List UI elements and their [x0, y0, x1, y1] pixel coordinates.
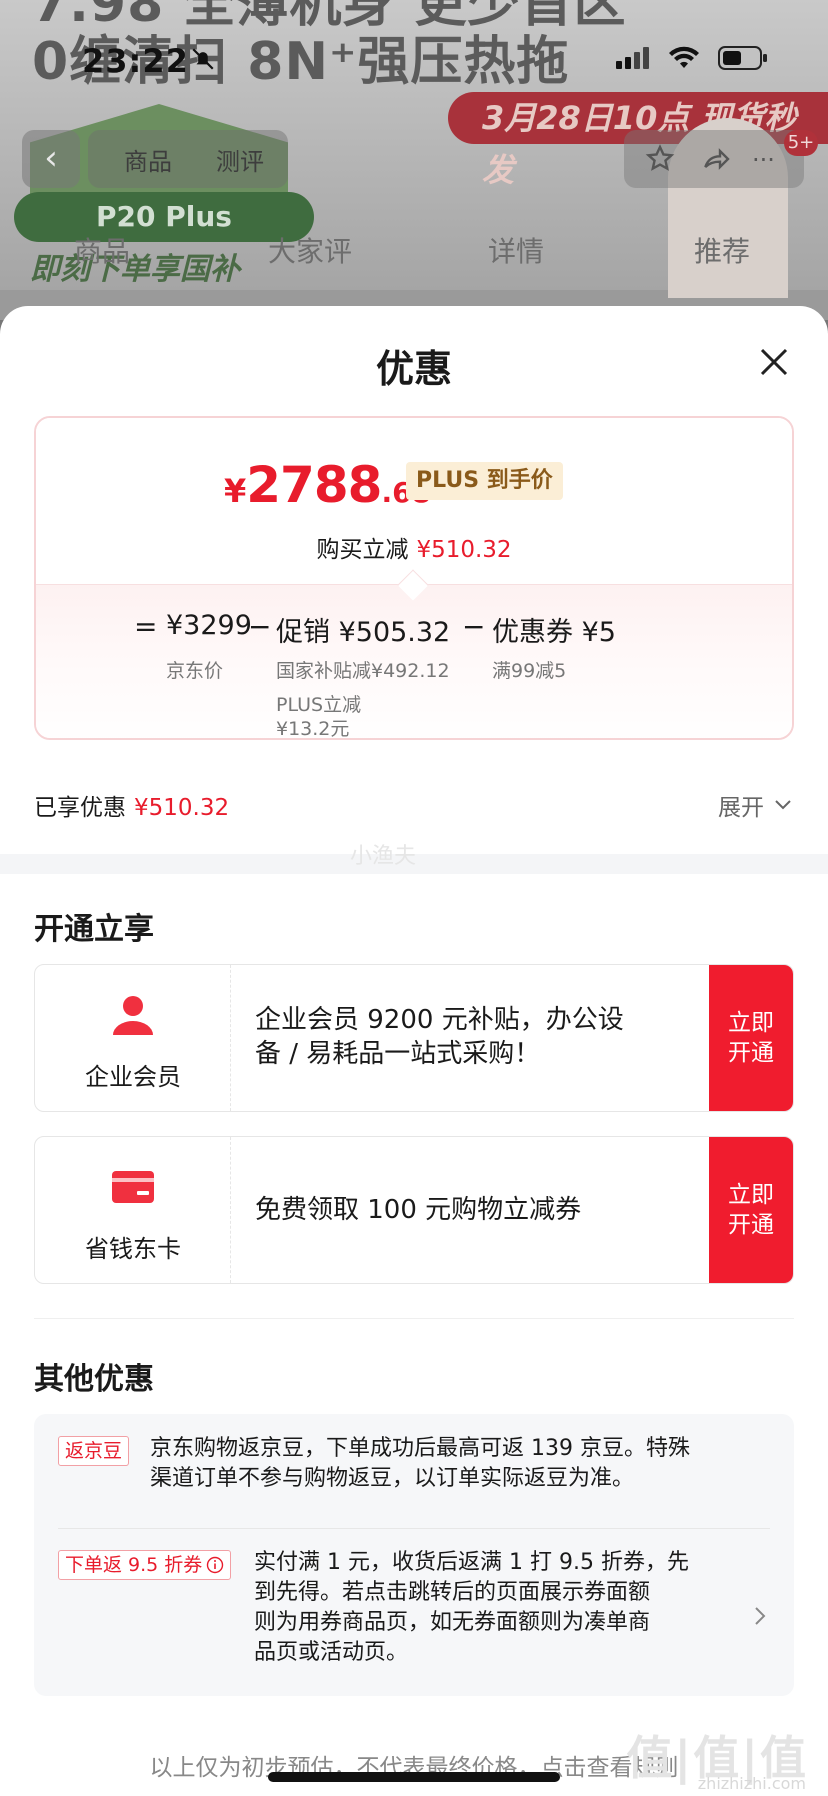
rebate-coupon-tag[interactable]: 下单返 9.5 折券 [58, 1550, 232, 1580]
instant-reduce: 购买立减 ¥510.32 [36, 530, 792, 564]
price-breakdown-card: ¥2788.68 PLUS 到手价 购买立减 ¥510.32 = ¥3299 京东… [34, 416, 794, 740]
coupon-total: 优惠券 ¥5 [492, 617, 616, 648]
plus-reduce-label: PLUS立减 [276, 694, 362, 716]
nav-product[interactable]: 商品 [74, 230, 130, 270]
equals-sign: = [134, 610, 158, 643]
minus-sign-1: − [248, 610, 272, 643]
close-icon[interactable] [754, 342, 794, 382]
tab-review[interactable]: 测评 [216, 142, 264, 177]
jingdou-line-1: 京东购物返京豆，下单成功后最高可返 139 京豆。特殊 [150, 1436, 690, 1461]
nav-recommend[interactable]: 推荐 [694, 230, 750, 270]
open-savings-card-button[interactable]: 立即 开通 [709, 1137, 793, 1283]
chevron-right-icon[interactable] [752, 1604, 768, 1628]
other-section-title: 其他优惠 [34, 1362, 154, 1397]
expand-button[interactable]: 展开 [718, 788, 792, 822]
final-price: ¥2788.68 [224, 456, 431, 514]
chevron-down-icon [775, 800, 791, 810]
card-icon [112, 1171, 154, 1203]
enjoyed-discount: 已享优惠 ¥510.32 [34, 788, 229, 822]
info-icon[interactable] [206, 1556, 224, 1574]
cellular-signal-icon [616, 47, 649, 69]
jingdou-description: 京东购物返京豆，下单成功后最高可返 139 京豆。特殊 渠道订单不参与购物返豆，… [150, 1434, 690, 1494]
enjoyed-value: ¥510.32 [134, 795, 230, 821]
minus-sign-2: − [462, 610, 486, 643]
hero-headline-1: 7.98 全薄机身 更少首区 [32, 0, 627, 34]
button-line-1: 立即 [728, 1182, 774, 1208]
tab-product[interactable]: 商品 [124, 142, 172, 177]
top-action-group: ··· [624, 130, 804, 188]
price-integer: 2788 [246, 456, 382, 514]
expand-label: 展开 [718, 795, 764, 821]
share-icon[interactable] [700, 143, 732, 175]
national-subsidy: 国家补贴减¥492.12 [276, 660, 450, 682]
status-indicators [616, 46, 768, 70]
nav-reviews[interactable]: 大家评 [268, 230, 352, 270]
sheet-title: 优惠 [375, 347, 452, 391]
member-card-name: 省钱东卡 [85, 1235, 181, 1263]
nav-details[interactable]: 详情 [488, 230, 544, 270]
member-desc-line-2: 备 / 易耗品一站式采购！ [255, 1039, 541, 1069]
plus-price-badge: PLUS 到手价 [406, 462, 563, 500]
button-line-1: 立即 [728, 1010, 774, 1036]
rebate-line-2: 到先得。若点击跳转后的页面展示券面额 [254, 1580, 651, 1605]
price-currency: ¥ [224, 472, 247, 510]
rebate-coupon-description: 实付满 1 元，收货后返满 1 打 9.5 折券，先 到先得。若点击跳转后的页面… [254, 1548, 689, 1668]
watermark-url: zhizhizhi.com [697, 1774, 806, 1793]
member-desc-line-1: 免费领取 100 元购物立减券 [255, 1195, 582, 1225]
panel-divider [58, 1528, 770, 1529]
button-line-2: 开通 [728, 1040, 774, 1066]
more-icon[interactable]: ··· [752, 146, 775, 174]
member-card-left: 企业会员 [35, 965, 231, 1111]
rebate-line-1: 实付满 1 元，收货后返满 1 打 9.5 折券，先 [254, 1550, 689, 1575]
member-card-name: 企业会员 [85, 1063, 181, 1091]
back-button[interactable]: ‹ [22, 130, 80, 188]
member-card-description: 免费领取 100 元购物立减券 [255, 1193, 693, 1227]
rebate-line-4: 品页或活动页。 [254, 1640, 409, 1665]
base-price: ¥3299 [166, 610, 252, 641]
promo-total: 促销 ¥505.32 [276, 617, 451, 648]
watermark: 小渔夫 [350, 844, 417, 869]
member-desc-line-1: 企业会员 9200 元补贴，办公设 [255, 1005, 624, 1035]
rebate-line-3: 则为用券商品页，如无券面额则为凑单商 [254, 1610, 651, 1635]
instant-reduce-label: 购买立减 [316, 537, 409, 563]
instant-reduce-value: ¥510.32 [416, 537, 512, 563]
plus-reduce-value: ¥13.2元 [276, 718, 350, 740]
rebate-coupon-tag-label: 下单返 9.5 折券 [65, 1554, 203, 1576]
user-icon [113, 996, 153, 1035]
savings-card-card: 省钱东卡 免费领取 100 元购物立减券 立即开通 [34, 1136, 794, 1284]
button-line-2: 开通 [728, 1212, 774, 1238]
member-card-left: 省钱东卡 [35, 1137, 231, 1283]
other-discounts-panel: 返京豆 京东购物返京豆，下单成功后最高可返 139 京豆。特殊 渠道订单不参与购… [34, 1414, 794, 1696]
favorite-icon[interactable] [644, 143, 676, 175]
enterprise-member-card: 企业会员 企业会员 9200 元补贴，办公设 备 / 易耗品一站式采购！ 立即开… [34, 964, 794, 1112]
coupon-condition: 满99减5 [492, 660, 567, 682]
open-enterprise-member-button[interactable]: 立即 开通 [709, 965, 793, 1111]
hero-promo: 即刻下单享国补 [30, 252, 240, 287]
silent-bell-icon [192, 48, 214, 70]
divider [34, 1318, 794, 1319]
jingdou-line-2: 渠道订单不参与购物返豆，以订单实际返豆为准。 [150, 1466, 635, 1491]
battery-icon [718, 46, 767, 70]
jingdou-tag: 返京豆 [58, 1436, 130, 1466]
wifi-icon [669, 46, 699, 68]
message-badge: 5+ [784, 130, 818, 156]
enjoyed-label: 已享优惠 [34, 795, 126, 821]
home-indicator [268, 1772, 560, 1782]
open-section-title: 开通立享 [34, 912, 154, 947]
discount-sheet: 优惠 ¥2788.68 PLUS 到手价 购买立减 ¥510.32 = ¥3299… [0, 306, 828, 1796]
member-card-description: 企业会员 9200 元补贴，办公设 备 / 易耗品一站式采购！ [255, 1003, 693, 1071]
status-time: 23:22 [82, 42, 189, 80]
base-price-label: 京东价 [166, 660, 224, 682]
